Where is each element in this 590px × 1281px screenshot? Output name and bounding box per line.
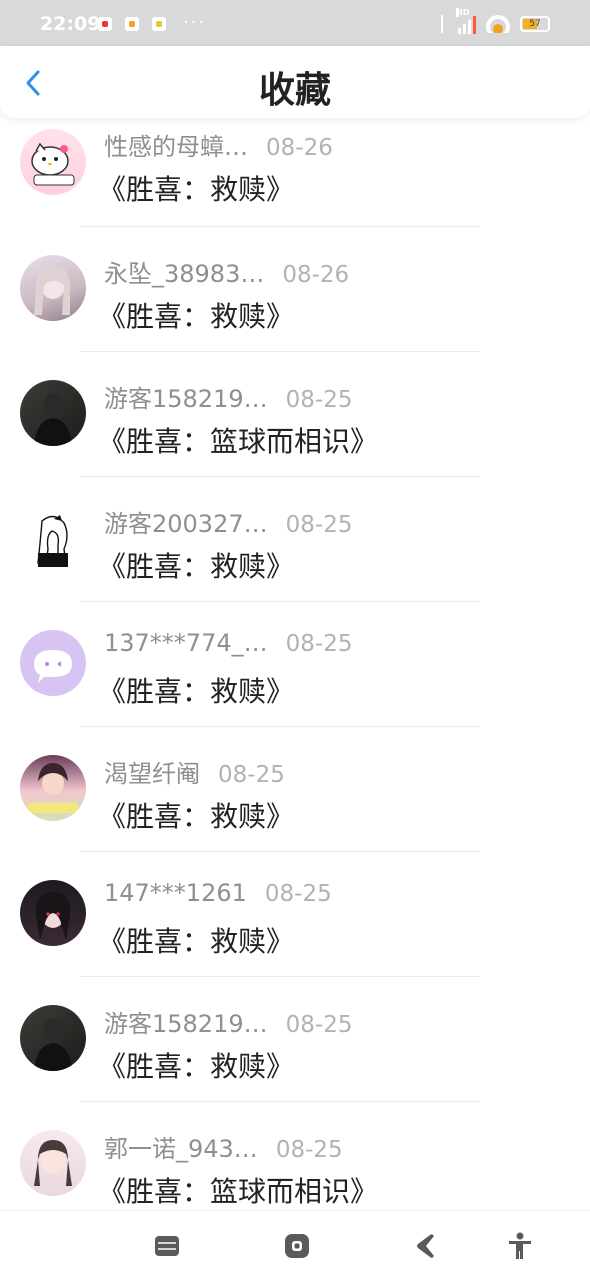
back-icon[interactable]	[410, 1231, 440, 1261]
signal-icon: HD	[456, 8, 476, 34]
battery-icon: 57	[520, 16, 550, 32]
favorite-date: 08-25	[285, 512, 353, 538]
avatar[interactable]	[20, 1005, 86, 1071]
avatar[interactable]	[20, 880, 86, 946]
favorite-title[interactable]: 《胜喜：篮球而相识》	[98, 1170, 378, 1210]
username-text: 游客158219…	[104, 385, 268, 413]
favorite-title[interactable]: 《胜喜：救赎》	[98, 670, 294, 710]
favorite-date: 08-25	[275, 1137, 343, 1163]
username-text: 性感的母蟑…	[104, 133, 248, 161]
list-item[interactable]: 性感的母蟑… 08-26 《胜喜：救赎》	[0, 118, 590, 227]
favorite-date: 08-25	[285, 1012, 353, 1038]
favorite-date: 08-25	[285, 631, 353, 657]
accessibility-icon[interactable]	[505, 1231, 535, 1261]
favorite-username: 游客158219… 08-25	[104, 379, 352, 414]
username-text: 游客200327…	[104, 510, 268, 538]
favorite-date: 08-26	[266, 135, 333, 161]
username-text: 游客158219…	[104, 1010, 268, 1038]
username-text: 147***1261	[104, 879, 247, 907]
favorite-date: 08-25	[264, 881, 332, 907]
favorite-title[interactable]: 《胜喜：救赎》	[98, 168, 294, 208]
list-item[interactable]: 渴望纤阉 08-25 《胜喜：救赎》	[0, 727, 590, 852]
list-item[interactable]: 147***1261 08-25 《胜喜：救赎》	[0, 852, 590, 977]
hd-label: HD	[456, 8, 470, 17]
favorite-date: 08-25	[285, 387, 353, 413]
favorite-username: 郭一诺_943… 08-25	[104, 1129, 343, 1164]
favorite-username: 游客200327… 08-25	[104, 504, 352, 539]
list-item[interactable]: 郭一诺_943… 08-25 《胜喜：篮球而相识》	[0, 1102, 590, 1227]
favorite-username: 137***774_… 08-25	[104, 629, 352, 657]
wifi-icon	[486, 15, 510, 33]
notification-app-icon	[152, 17, 166, 31]
list-item[interactable]: 137***774_… 08-25 《胜喜：救赎》	[0, 602, 590, 727]
status-time: 22:09	[40, 13, 101, 35]
list-item[interactable]: 游客158219… 08-25 《胜喜：救赎》	[0, 977, 590, 1102]
favorite-username: 性感的母蟑… 08-26	[104, 127, 333, 162]
favorite-username: 游客158219… 08-25	[104, 1004, 352, 1039]
avatar[interactable]	[20, 630, 86, 696]
home-icon[interactable]	[282, 1231, 312, 1261]
avatar[interactable]	[20, 755, 86, 821]
notification-app-icon	[125, 17, 139, 31]
username-text: 永坠_38983…	[104, 260, 265, 288]
favorite-date: 08-25	[218, 762, 285, 788]
favorite-title[interactable]: 《胜喜：救赎》	[98, 920, 294, 960]
favorite-title[interactable]: 《胜喜：救赎》	[98, 795, 294, 835]
page-title: 收藏	[258, 70, 331, 111]
avatar[interactable]	[20, 255, 86, 321]
favorite-title[interactable]: 《胜喜：救赎》	[98, 1045, 294, 1085]
notification-app-icon	[98, 17, 112, 31]
avatar[interactable]	[20, 1130, 86, 1196]
favorite-date: 08-26	[282, 262, 350, 288]
favorite-title[interactable]: 《胜喜：救赎》	[98, 545, 294, 585]
favorite-username: 147***1261 08-25	[104, 879, 332, 907]
avatar[interactable]	[20, 129, 86, 195]
bluetooth-icon	[436, 15, 448, 33]
more-notifications-icon: ···	[183, 12, 207, 33]
favorite-username: 渴望纤阉 08-25	[104, 754, 285, 789]
favorite-title[interactable]: 《胜喜：救赎》	[98, 295, 294, 335]
avatar[interactable]	[20, 380, 86, 446]
menu-icon[interactable]	[152, 1231, 182, 1261]
username-text: 137***774_…	[104, 629, 268, 657]
favorites-list: 性感的母蟑… 08-26 《胜喜：救赎》 永坠_38983… 08-26 《胜喜：救…	[0, 118, 590, 1227]
list-item[interactable]: 游客200327… 08-25 《胜喜：救赎》	[0, 477, 590, 602]
username-text: 郭一诺_943…	[104, 1135, 258, 1163]
favorite-title[interactable]: 《胜喜：篮球而相识》	[98, 420, 378, 460]
username-text: 渴望纤阉	[104, 760, 200, 788]
avatar[interactable]	[20, 505, 86, 571]
battery-level: 57	[529, 19, 541, 29]
status-bar: 22:09 ··· HD 57	[0, 0, 590, 46]
page-header: 收藏	[0, 46, 590, 118]
system-navigation-bar	[0, 1210, 590, 1281]
favorite-username: 永坠_38983… 08-26	[104, 254, 349, 289]
list-item[interactable]: 永坠_38983… 08-26 《胜喜：救赎》	[0, 227, 590, 352]
list-item[interactable]: 游客158219… 08-25 《胜喜：篮球而相识》	[0, 352, 590, 477]
